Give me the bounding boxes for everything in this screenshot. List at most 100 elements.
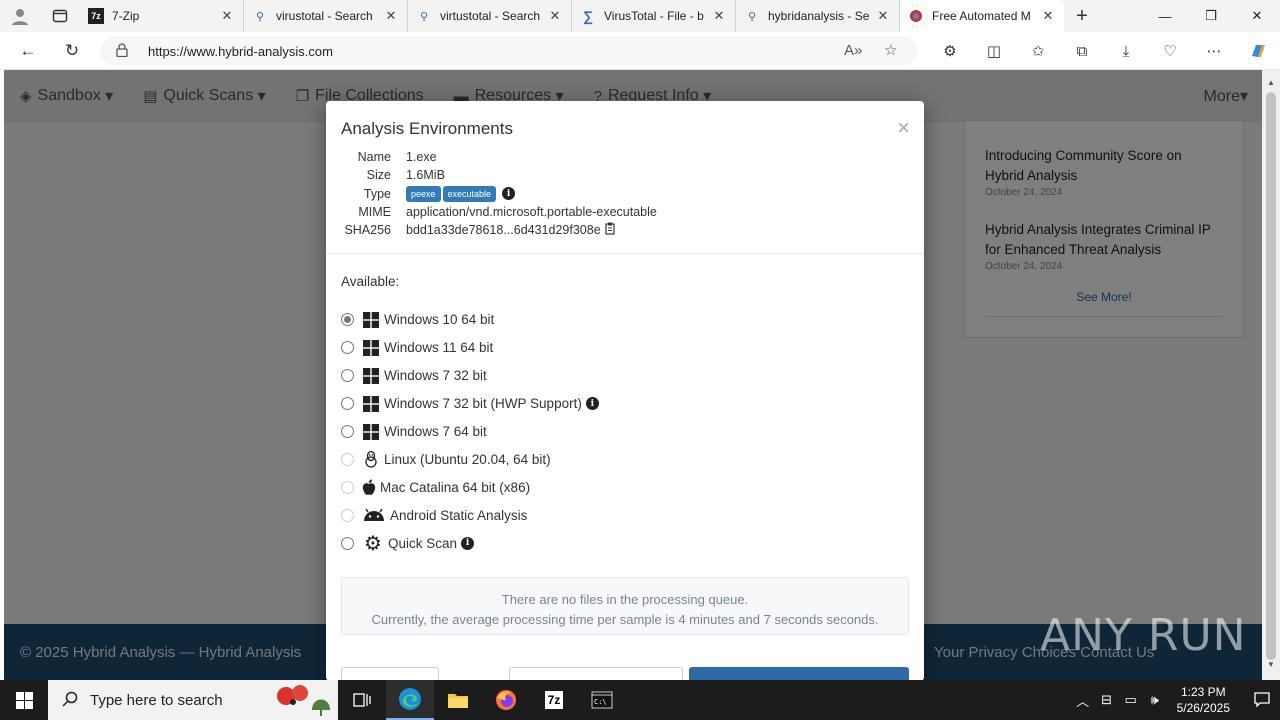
downloads-icon[interactable]: ⤓ (1104, 43, 1148, 60)
7zip-taskbar-icon[interactable]: 7z (530, 680, 578, 720)
env-radio[interactable] (341, 452, 354, 466)
env-radio[interactable] (341, 425, 354, 438)
tab-virtustotal-search[interactable]: ⚲ virtustotal - Search ✕ (408, 0, 572, 32)
env-radio[interactable] (341, 508, 354, 522)
profile-icon[interactable] (0, 0, 40, 32)
env-radio[interactable] (341, 341, 354, 355)
android-icon (362, 506, 386, 524)
env-option[interactable]: Windows 11 64 bit (341, 334, 599, 362)
terminal-icon[interactable]: C:\ (578, 680, 626, 720)
monitor-icon[interactable]: ▭ (1119, 692, 1143, 708)
env-label: Windows 7 32 bit (384, 368, 487, 384)
scrollbar-thumb[interactable] (1266, 92, 1276, 660)
page-scrollbar[interactable]: ▲ ▼ (1262, 70, 1280, 680)
hybrid-analysis-icon (908, 8, 924, 24)
file-name: 1.exe (406, 150, 437, 165)
web-page: ◈Sandbox ▾ ▤Quick Scans ▾ ❐File Collecti… (0, 70, 1262, 680)
env-label: Android Static Analysis (390, 507, 528, 523)
file-explorer-icon[interactable] (434, 680, 482, 720)
env-label: Quick Scan (388, 535, 458, 551)
tab-title: 7-Zip (112, 9, 140, 23)
linux-icon (362, 450, 380, 469)
volume-icon[interactable]: 🕪 (1143, 692, 1167, 708)
type-badge: peexe (406, 185, 441, 202)
search-placeholder: Type here to search (90, 691, 223, 709)
close-tab-icon[interactable]: ✕ (383, 8, 399, 24)
env-option[interactable]: Windows 7 32 bit (HWP Support) i (341, 390, 599, 418)
tab-hybridanalysis-search[interactable]: ⚲ hybridanalysis - Se ✕ (736, 0, 900, 32)
info-icon[interactable]: i (461, 536, 475, 550)
env-option[interactable]: Windows 10 64 bit (341, 306, 599, 334)
info-icon[interactable]: i (502, 187, 516, 201)
back-icon[interactable]: ← (6, 32, 50, 70)
split-screen-icon[interactable]: ◫ (972, 42, 1016, 60)
env-option[interactable]: Mac Catalina 64 bit (x86) (341, 473, 599, 501)
taskbar-search[interactable]: Type here to search (48, 680, 338, 720)
tab-virustotal-search[interactable]: ⚲ virustotal - Search ✕ (244, 0, 408, 32)
7zip-icon: 7z (88, 8, 104, 24)
option-button[interactable] (509, 667, 683, 680)
copilot-icon[interactable] (1236, 42, 1280, 60)
workspaces-icon[interactable] (40, 0, 80, 32)
lock-icon[interactable] (116, 42, 134, 60)
tab-7zip[interactable]: 7z 7-Zip ✕ (80, 0, 244, 32)
close-tab-icon[interactable]: ✕ (219, 8, 235, 24)
favorites-icon[interactable]: ✩ (1016, 42, 1060, 60)
file-mime: application/vnd.microsoft.portable-execu… (406, 205, 657, 220)
start-button[interactable] (0, 680, 48, 720)
env-radio[interactable] (341, 313, 354, 327)
extensions-icon[interactable]: ⚙ (928, 42, 972, 60)
favorite-star-icon[interactable]: ☆ (884, 41, 897, 59)
close-tab-icon[interactable]: ✕ (711, 8, 727, 24)
env-label: Mac Catalina 64 bit (x86) (380, 479, 531, 495)
windows-icon (362, 367, 380, 385)
info-icon[interactable]: i (585, 397, 599, 411)
mime-label: MIME (358, 205, 391, 220)
browser-tab-strip: 7z 7-Zip ✕ ⚲ virustotal - Search ✕ ⚲ vir… (0, 0, 1280, 32)
processing-queue-notice: There are no files in the processing que… (341, 577, 909, 635)
scroll-down-icon[interactable]: ▼ (1262, 660, 1280, 669)
close-tab-icon[interactable]: ✕ (875, 8, 891, 24)
collections-icon[interactable]: ⧉ (1060, 43, 1104, 60)
search-icon: ⚲ (747, 10, 757, 23)
new-tab-button[interactable]: + (1064, 5, 1100, 28)
close-tab-icon[interactable]: ✕ (547, 8, 563, 24)
env-radio[interactable] (341, 397, 354, 411)
modal-title: Analysis Environments (341, 119, 513, 138)
address-bar-row: ← ↻ https://www.hybrid-analysis.com A» ☆… (0, 32, 1280, 70)
clipboard-icon[interactable] (605, 222, 617, 238)
browser-essentials-icon[interactable]: ♡ (1148, 42, 1192, 60)
scroll-up-icon[interactable]: ▲ (1262, 78, 1280, 87)
env-radio[interactable] (341, 480, 354, 494)
env-label: Windows 7 32 bit (HWP Support) (384, 396, 582, 412)
tab-title: virustotal - Search (276, 9, 373, 23)
env-option[interactable]: Windows 7 32 bit (341, 362, 599, 390)
firefox-icon[interactable] (482, 680, 530, 720)
virustotal-icon: ∑ (583, 8, 593, 24)
notifications-icon[interactable] (1244, 691, 1280, 710)
close-icon[interactable]: × (897, 115, 910, 141)
minimize-icon[interactable]: ― (1142, 0, 1188, 32)
chevron-up-icon[interactable]: ︿ (1071, 691, 1095, 710)
network-icon[interactable]: ⊟ (1095, 692, 1119, 708)
env-option[interactable]: Linux (Ubuntu 20.04, 64 bit) (341, 445, 599, 473)
settings-more-icon[interactable]: ⋯ (1192, 42, 1236, 60)
env-option[interactable]: ⚙ Quick Scan i (341, 529, 599, 557)
close-window-icon[interactable]: ✕ (1234, 0, 1280, 32)
refresh-icon[interactable]: ↻ (50, 32, 94, 70)
option-button[interactable] (341, 667, 439, 680)
clock[interactable]: 1:23 PM 5/26/2025 (1177, 684, 1230, 716)
address-bar[interactable]: https://www.hybrid-analysis.com A» ☆ (100, 36, 918, 66)
task-view-icon[interactable] (338, 680, 386, 720)
read-aloud-icon[interactable]: A» (844, 42, 862, 59)
edge-taskbar-icon[interactable] (386, 680, 434, 720)
env-radio[interactable] (341, 536, 354, 550)
restore-icon[interactable]: ❐ (1188, 0, 1234, 32)
tab-hybrid-analysis[interactable]: Free Automated M ✕ (900, 0, 1064, 32)
close-tab-icon[interactable]: ✕ (1040, 8, 1056, 24)
generate-report-button[interactable] (689, 667, 909, 680)
env-option[interactable]: Windows 7 64 bit (341, 418, 599, 446)
env-radio[interactable] (341, 369, 354, 383)
env-option[interactable]: Android Static Analysis (341, 501, 599, 529)
tab-virustotal-file[interactable]: ∑ VirusTotal - File - b ✕ (572, 0, 736, 32)
